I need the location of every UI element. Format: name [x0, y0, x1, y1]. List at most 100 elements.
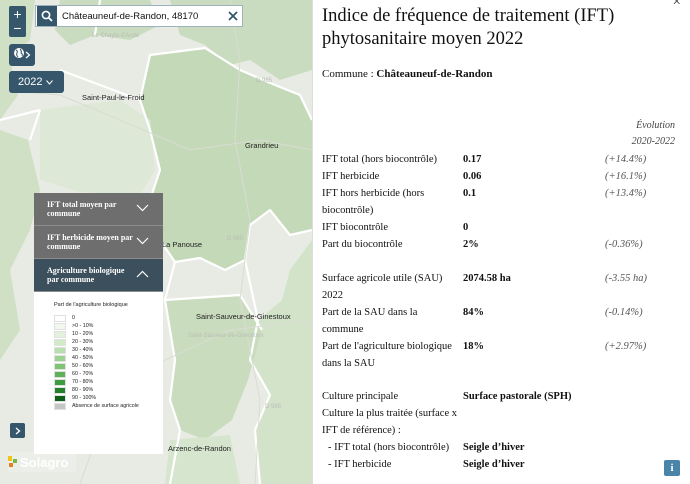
stat-evolution: (-0.14%): [605, 307, 643, 318]
stat-value: 2074.58 ha: [463, 273, 511, 284]
legend-label: >0 - 10%: [72, 323, 94, 329]
stat-value: 0.1: [463, 188, 477, 199]
legend-item: 30 - 40%: [54, 346, 155, 354]
place-label: Arzenc-de-Randon: [168, 444, 231, 453]
year-select[interactable]: 2022: [9, 71, 64, 93]
legend-swatch: [54, 338, 66, 346]
chevron-down-icon: [136, 204, 149, 214]
solagro-logo[interactable]: Solagro: [8, 452, 76, 472]
legend-item: 70 - 80%: [54, 378, 155, 386]
accordion-agriculture-bio[interactable]: Agriculture biologique par commune: [34, 259, 163, 292]
legend-label: Absence de surface agricole: [72, 403, 139, 409]
map-view[interactable]: Le Chayla d'Ande D 985 D 985 Saint-Sauve…: [0, 0, 312, 484]
stat-evolution: (-0.36%): [605, 239, 643, 250]
commune-line: Commune : Châteauneuf-de-Randon: [322, 68, 493, 80]
legend-swatch: [54, 362, 66, 370]
stat-value: Seigle d’hiver: [463, 442, 525, 453]
expand-button[interactable]: [10, 423, 25, 438]
stat-value: 0: [463, 222, 469, 233]
chevron-right-icon: [25, 46, 31, 64]
search-box: [35, 5, 243, 27]
globe-icon: [13, 46, 25, 64]
zoom-out-button[interactable]: −: [9, 20, 26, 37]
legend-label: 20 - 30%: [72, 339, 94, 345]
stat-evolution: (+2.97%): [605, 341, 647, 352]
stat-evolution: (+13.4%): [605, 188, 647, 199]
legend-item: >0 - 10%: [54, 322, 155, 330]
close-panel-button[interactable]: ×: [673, 0, 681, 11]
legend-item: 80 - 90%: [54, 386, 155, 394]
stat-label: Culture la plus traitée (surface x IFT d…: [322, 408, 457, 436]
legend-item: 0: [54, 314, 155, 322]
stat-value: 18%: [463, 341, 484, 352]
legend-label: 60 - 70%: [72, 371, 94, 377]
chevron-up-icon: [136, 270, 149, 280]
stat-label: Culture principale: [322, 391, 399, 402]
map-legend: Part de l'agriculture biologique 0 >0 - 1…: [34, 292, 163, 454]
legend-swatch: [54, 370, 66, 378]
stat-label: Surface agricole utile (SAU) 2022: [322, 273, 443, 301]
legend-label: 0: [72, 315, 75, 321]
layers-button[interactable]: [9, 44, 35, 66]
layer-accordion: IFT total moyen par commune IFT herbicid…: [34, 193, 163, 454]
close-icon[interactable]: [224, 6, 242, 26]
legend-swatch: [54, 322, 66, 330]
stat-evolution: (-3.55 ha): [605, 273, 647, 284]
chevron-down-icon: [136, 237, 149, 247]
stat-value: Surface pastorale (SPH): [463, 391, 572, 402]
info-panel: × Indice de fréquence de traitement (IFT…: [312, 0, 690, 484]
stat-label: - IFT total (hors biocontrôle): [328, 442, 450, 453]
legend-label: 30 - 40%: [72, 347, 94, 353]
legend-item: 90 - 100%: [54, 394, 155, 402]
map-label: D 985: [256, 78, 273, 84]
evolution-header: Évolution 2020-2022: [603, 118, 675, 150]
stat-label: Part du biocontrôle: [322, 239, 403, 250]
legend-item: 50 - 60%: [54, 362, 155, 370]
panel-title: Indice de fréquence de traitement (IFT) …: [322, 6, 615, 49]
logo-mark-icon: [8, 456, 17, 467]
accordion-label: IFT total moyen par commune: [47, 200, 117, 218]
accordion-label: IFT herbicide moyen par commune: [47, 233, 133, 251]
map-label: Le Chayla d'Ande: [92, 33, 140, 39]
map-label: D 985: [265, 404, 282, 410]
place-label: Saint-Paul-le-Froid: [82, 93, 145, 102]
evolution-header-title: Évolution: [636, 120, 675, 131]
legend-label: 70 - 80%: [72, 379, 94, 385]
commune-name: Châteauneuf-de-Randon: [376, 68, 493, 80]
legend-list: 0 >0 - 10% 10 - 20% 20 - 30% 30 - 40% 40 - 50…: [54, 314, 155, 410]
legend-swatch: [54, 346, 66, 354]
legend-label: 80 - 90%: [72, 387, 94, 393]
map-label: D 985: [227, 236, 244, 242]
info-button[interactable]: i: [664, 460, 680, 476]
stat-value: 84%: [463, 307, 484, 318]
stat-label: Part de la SAU dans la commune: [322, 307, 418, 335]
stat-label: Part de l'agriculture biologique dans la…: [322, 341, 452, 369]
search-input[interactable]: [57, 10, 224, 22]
legend-item: Absence de surface agricole: [54, 402, 155, 410]
stat-value: 0.17: [463, 154, 482, 165]
commune-label: Commune :: [322, 68, 377, 80]
legend-item: 60 - 70%: [54, 370, 155, 378]
stat-label: IFT hors herbicide (hors biocontrôle): [322, 188, 425, 216]
accordion-label: Agriculture biologique par commune: [47, 266, 125, 284]
evolution-header-period: 2020-2022: [631, 136, 675, 147]
stat-value: 2%: [463, 239, 479, 250]
stat-value: Seigle d’hiver: [463, 459, 525, 470]
legend-label: 10 - 20%: [72, 331, 94, 337]
stat-value: 0.06: [463, 171, 482, 182]
accordion-ift-total[interactable]: IFT total moyen par commune: [34, 193, 163, 226]
stat-label: IFT total (hors biocontrôle): [322, 154, 437, 165]
place-label: Grandrieu: [245, 141, 279, 150]
legend-label: 50 - 60%: [72, 363, 94, 369]
search-icon[interactable]: [37, 6, 57, 26]
legend-label: 90 - 100%: [72, 395, 97, 401]
legend-swatch: [54, 378, 66, 386]
stat-evolution: (+16.1%): [605, 171, 647, 182]
stat-label: IFT biocontrôle: [322, 222, 389, 233]
legend-swatch: [54, 314, 66, 322]
place-label: Saint-Sauveur-de-Ginestoux: [196, 312, 291, 321]
accordion-ift-herbicide[interactable]: IFT herbicide moyen par commune: [34, 226, 163, 259]
stat-label: - IFT herbicide: [328, 459, 392, 470]
legend-item: 40 - 50%: [54, 354, 155, 362]
chevron-down-icon: [46, 76, 54, 88]
